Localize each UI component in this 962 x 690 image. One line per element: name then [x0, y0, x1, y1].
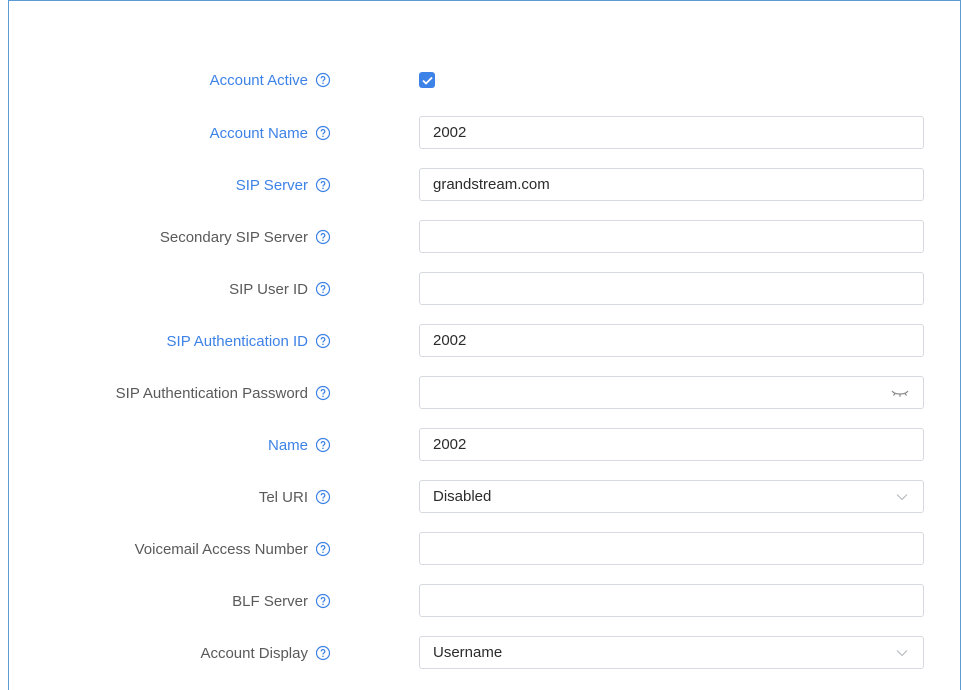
help-icon[interactable]	[315, 541, 331, 557]
account-active-label: Account Active	[209, 71, 308, 89]
account-active-checkbox[interactable]	[419, 72, 435, 88]
secondary-sip-server-label: Secondary SIP Server	[159, 228, 308, 246]
blf-server-label: BLF Server	[232, 592, 308, 610]
help-icon[interactable]	[315, 177, 331, 193]
sip-auth-id-input[interactable]: 2002	[419, 324, 924, 357]
account-display-select[interactable]: Username	[419, 636, 924, 669]
help-icon[interactable]	[315, 125, 331, 141]
row-tel-uri: Tel URI Disabled	[0, 480, 962, 514]
voicemail-access-number-label: Voicemail Access Number	[134, 540, 308, 558]
row-account-display: Account Display Username	[0, 636, 962, 670]
row-voicemail-access-number: Voicemail Access Number	[0, 532, 962, 566]
help-icon[interactable]	[315, 489, 331, 505]
voicemail-access-number-input[interactable]	[419, 532, 924, 565]
row-sip-auth-password: SIP Authentication Password	[0, 376, 962, 410]
sip-server-input[interactable]: grandstream.com	[419, 168, 924, 201]
row-sip-server: SIP Server grandstream.com	[0, 168, 962, 202]
sip-user-id-label: SIP User ID	[229, 280, 308, 298]
help-icon[interactable]	[315, 593, 331, 609]
row-name: Name 2002	[0, 428, 962, 462]
row-account-active: Account Active	[0, 63, 962, 97]
help-icon[interactable]	[315, 229, 331, 245]
sip-server-label: SIP Server	[235, 176, 308, 194]
tel-uri-label: Tel URI	[258, 488, 308, 506]
account-name-input[interactable]: 2002	[419, 116, 924, 149]
eye-closed-icon[interactable]	[890, 388, 910, 398]
help-icon[interactable]	[315, 437, 331, 453]
row-blf-server: BLF Server	[0, 584, 962, 618]
sip-auth-password-label: SIP Authentication Password	[115, 384, 308, 402]
secondary-sip-server-input[interactable]	[419, 220, 924, 253]
help-icon[interactable]	[315, 281, 331, 297]
account-display-label: Account Display	[200, 644, 308, 662]
help-icon[interactable]	[315, 385, 331, 401]
help-icon[interactable]	[315, 645, 331, 661]
sip-auth-id-label: SIP Authentication ID	[166, 332, 308, 350]
chevron-down-icon	[896, 493, 908, 500]
chevron-down-icon	[896, 649, 908, 656]
row-account-name: Account Name 2002	[0, 116, 962, 150]
name-input[interactable]: 2002	[419, 428, 924, 461]
row-sip-user-id: SIP User ID	[0, 272, 962, 306]
blf-server-input[interactable]	[419, 584, 924, 617]
sip-user-id-input[interactable]	[419, 272, 924, 305]
help-icon[interactable]	[315, 72, 331, 88]
name-label: Name	[267, 436, 308, 454]
checkmark-icon	[421, 76, 433, 85]
help-icon[interactable]	[315, 333, 331, 349]
sip-auth-password-input[interactable]	[419, 376, 924, 409]
row-secondary-sip-server: Secondary SIP Server	[0, 220, 962, 254]
row-sip-auth-id: SIP Authentication ID 2002	[0, 324, 962, 358]
tel-uri-select[interactable]: Disabled	[419, 480, 924, 513]
account-name-label: Account Name	[209, 124, 308, 142]
